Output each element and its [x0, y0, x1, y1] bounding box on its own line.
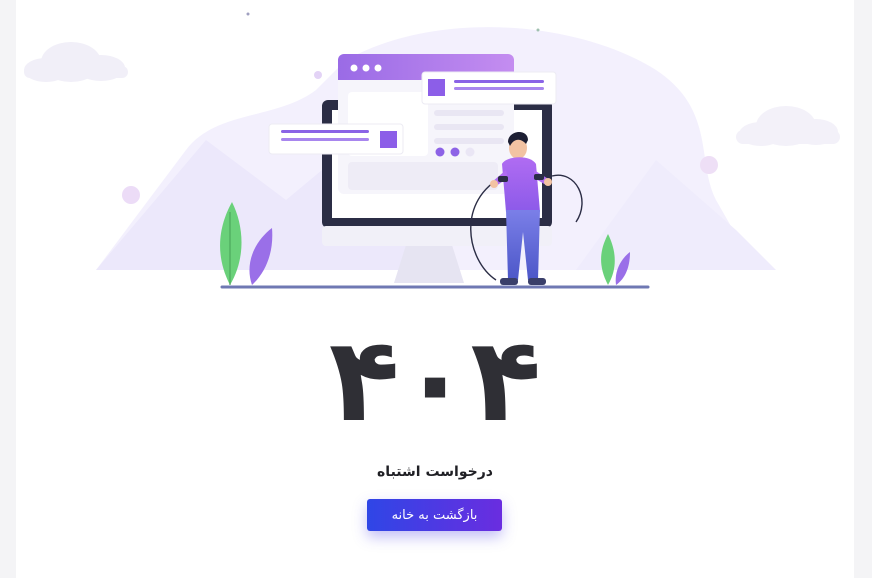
error-message: درخواست اشتباه [377, 464, 493, 480]
cloud-icon [736, 106, 840, 146]
error-code: ۴۰۴ [328, 313, 542, 448]
back-to-home-button[interactable]: بازگشت به خانه [367, 499, 502, 531]
developer-at-monitor-illustration [24, 12, 840, 289]
error-page: ۴۰۴ درخواست اشتباه بازگشت به خانه [16, 0, 854, 578]
cloud-icon [24, 42, 128, 82]
